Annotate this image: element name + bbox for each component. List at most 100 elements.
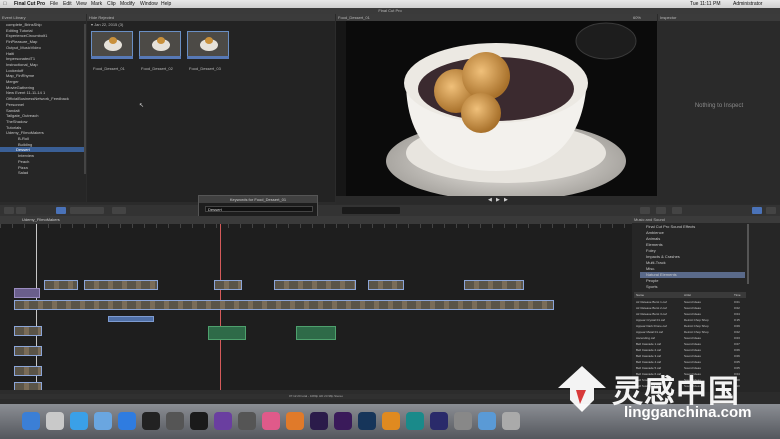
library-event-item[interactable]: Tutorials	[6, 125, 21, 130]
zoom-level[interactable]: 60%	[633, 14, 641, 21]
menu-mark[interactable]: Mark	[91, 0, 102, 8]
motion-icon[interactable]	[214, 412, 232, 430]
photoshop-icon[interactable]	[358, 412, 376, 430]
menu-modify[interactable]: Modify	[120, 0, 135, 8]
library-event-item[interactable]: Editing Tutorial	[6, 28, 32, 33]
edit-mode-button[interactable]	[56, 207, 66, 214]
viewer-frame[interactable]	[336, 21, 657, 196]
categories-scrollbar[interactable]	[747, 224, 749, 284]
photos-icon[interactable]	[286, 412, 304, 430]
next-frame-icon[interactable]: ▶	[504, 197, 508, 203]
library-event-item[interactable]: Sandalt	[6, 108, 20, 113]
primary-storyline[interactable]	[14, 300, 554, 310]
folder-icon[interactable]	[478, 412, 496, 430]
timeline-clip[interactable]	[274, 280, 356, 290]
photos-browser-button[interactable]	[766, 207, 776, 214]
library-event-item[interactable]: Instructional_Map	[6, 62, 38, 67]
timeline[interactable]	[0, 224, 632, 396]
finder-icon[interactable]	[22, 412, 40, 430]
library-event-item[interactable]: Haiti	[6, 51, 14, 56]
timeline-clip[interactable]	[84, 280, 158, 290]
library-event-item[interactable]: Dessert	[0, 147, 84, 153]
preferences-icon[interactable]	[454, 412, 472, 430]
column-artist[interactable]: Artist	[684, 292, 691, 298]
library-event-item[interactable]: Merger	[6, 79, 19, 84]
date-group-header[interactable]: ▾ Jan 22, 2015 (3)	[91, 22, 123, 27]
menu-help[interactable]: Help	[161, 0, 171, 8]
previous-frame-icon[interactable]: ◀	[488, 197, 492, 203]
ableton-icon[interactable]	[166, 412, 184, 430]
library-scrollbar[interactable]	[84, 24, 86, 174]
menu-edit[interactable]: Edit	[63, 0, 72, 8]
launchpad-icon[interactable]	[46, 412, 64, 430]
disclosure-triangle-icon[interactable]: ▾	[91, 22, 93, 27]
timeline-clip[interactable]	[14, 366, 42, 376]
project-name[interactable]: Udemy_FilmoMakers	[22, 216, 60, 224]
library-event-item[interactable]: ExperienceCircumbolt1	[6, 33, 47, 38]
library-event-item[interactable]: Salad	[18, 170, 28, 175]
column-time[interactable]: Time	[734, 292, 741, 298]
blender-icon[interactable]	[382, 412, 400, 430]
library-event-item[interactable]: Tailgate_Outreach	[6, 113, 38, 118]
library-event-item[interactable]: Interview	[18, 153, 34, 158]
trash-icon[interactable]	[502, 412, 520, 430]
enhance-button[interactable]	[640, 207, 650, 214]
unity-icon[interactable]	[142, 412, 160, 430]
menu-file[interactable]: File	[50, 0, 58, 8]
inspector-toggle-button[interactable]	[672, 207, 682, 214]
menu-clip[interactable]: Clip	[107, 0, 116, 8]
library-event-item[interactable]: Lockedoff	[6, 68, 23, 73]
audio-clip[interactable]	[208, 326, 246, 340]
effects-browser-button[interactable]	[752, 207, 762, 214]
safari-icon[interactable]	[70, 412, 88, 430]
app-store-icon[interactable]	[118, 412, 136, 430]
timeline-clip[interactable]	[214, 280, 242, 290]
timeline-clip[interactable]	[464, 280, 524, 290]
library-event-item[interactable]: MovieGathering	[6, 85, 34, 90]
retime-button[interactable]	[656, 207, 666, 214]
menu-clock[interactable]: Tue 11:11 PM	[690, 0, 720, 8]
itunes-icon[interactable]	[262, 412, 280, 430]
library-event-item[interactable]: TheShadow	[6, 119, 27, 124]
timeline-clip[interactable]	[14, 346, 42, 356]
library-event-item[interactable]: FinPleasure_Map	[6, 39, 37, 44]
menu-app[interactable]: Final Cut Pro	[14, 0, 45, 8]
compressor-icon[interactable]	[238, 412, 256, 430]
tool-selector[interactable]	[112, 207, 126, 214]
title-clip[interactable]	[14, 288, 40, 298]
premiere-icon[interactable]	[310, 412, 328, 430]
keyword-button[interactable]	[16, 207, 26, 214]
connected-clip[interactable]	[108, 316, 154, 322]
sound-category-item[interactable]: Sports	[646, 284, 658, 290]
after-effects-icon[interactable]	[334, 412, 352, 430]
library-event-item[interactable]: Building	[18, 142, 32, 147]
final-cut-icon[interactable]	[190, 412, 208, 430]
time-ruler[interactable]	[0, 224, 632, 228]
maya-icon[interactable]	[406, 412, 424, 430]
timeline-clip[interactable]	[368, 280, 404, 290]
import-button[interactable]	[4, 207, 14, 214]
clip-thumbnail[interactable]	[187, 31, 229, 58]
timeline-clip[interactable]	[44, 280, 78, 290]
library-event-item[interactable]: complete_BrinsShip	[6, 22, 42, 27]
column-name[interactable]: Name	[636, 292, 644, 298]
library-event-item[interactable]: Peach	[18, 159, 29, 164]
clip-thumbnail[interactable]	[139, 31, 181, 58]
menu-user[interactable]: Administrator	[733, 0, 762, 8]
edit-buttons[interactable]	[70, 207, 104, 214]
library-event-item[interactable]: Udemy_FilmoMakers	[6, 130, 44, 135]
audio-clip[interactable]	[296, 326, 336, 340]
menu-view[interactable]: View	[76, 0, 87, 8]
play-icon[interactable]: ▶	[496, 197, 500, 203]
library-event-item[interactable]: B-Roll	[18, 136, 29, 141]
hide-rejected-filter[interactable]: Hide Rejected	[89, 15, 114, 20]
clip-thumbnail[interactable]	[91, 31, 133, 58]
library-event-item[interactable]: Output_MusicVideo	[6, 45, 41, 50]
cinema4d-icon[interactable]	[430, 412, 448, 430]
library-event-item[interactable]: Pizza	[18, 165, 28, 170]
library-event-item[interactable]: Map_FinRhyme	[6, 73, 34, 78]
apple-menu-icon[interactable]: 	[3, 0, 9, 8]
library-event-item[interactable]: Personnel	[6, 102, 24, 107]
library-event-item[interactable]: New Event 11-11-14 1	[6, 90, 45, 95]
timeline-clip[interactable]	[14, 326, 42, 336]
